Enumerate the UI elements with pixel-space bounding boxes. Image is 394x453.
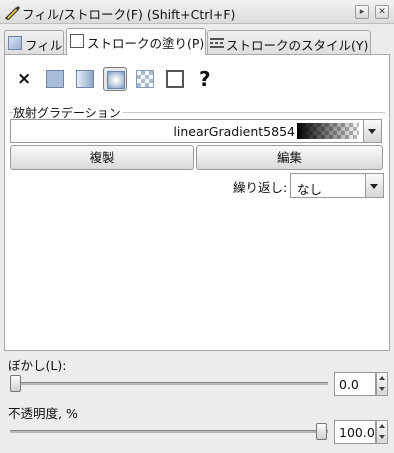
blur-spinner[interactable] <box>376 372 388 396</box>
stroke-paint-tab-icon <box>70 34 84 48</box>
tab-stroke-paint-label: ストロークの塗り(P) <box>87 36 205 51</box>
linear-gradient-icon <box>76 70 94 88</box>
tab-bar: フィル ストロークの塗り(P) ストロークのスタイル(Y) <box>0 26 394 55</box>
swatch-icon <box>166 70 184 88</box>
gradient-preview <box>297 123 359 139</box>
stroke-paint-panel: × ? 放射グラデーション linearGradient5854 複製 編集 繰… <box>4 54 390 351</box>
gradient-frame: 放射グラデーション <box>9 104 385 347</box>
edit-button[interactable]: 編集 <box>196 145 383 170</box>
blur-slider-thumb[interactable] <box>10 375 21 392</box>
chevron-down-icon <box>370 183 378 189</box>
arrow-down-icon <box>379 387 385 391</box>
duplicate-button[interactable]: 複製 <box>10 145 194 170</box>
no-paint-button[interactable]: × <box>13 67 37 91</box>
tab-fill-label: フィル <box>25 38 63 53</box>
gradient-name: linearGradient5854 <box>173 124 295 139</box>
opacity-input[interactable]: 100.0 <box>334 420 376 444</box>
chevron-down-icon <box>368 129 376 134</box>
opacity-value: 100.0 <box>339 425 375 440</box>
blur-value: 0.0 <box>339 377 359 392</box>
gradient-dropdown-button[interactable] <box>363 120 381 142</box>
blur-label: ぼかし(L): <box>8 358 67 373</box>
tab-stroke-style-label: ストロークのスタイル(Y) <box>226 38 369 53</box>
pattern-button[interactable] <box>133 67 157 91</box>
tab-stroke-style[interactable]: ストロークのスタイル(Y) <box>207 30 371 54</box>
stroke-style-tab-icon <box>210 38 224 48</box>
title-bar: フィル/ストローク(F) (Shift+Ctrl+F) ▸ ✕ <box>0 0 394 24</box>
pattern-icon <box>136 70 154 88</box>
arrow-up-icon <box>379 376 385 380</box>
radial-gradient-icon <box>107 71 125 89</box>
linear-gradient-button[interactable] <box>73 67 97 91</box>
radial-gradient-button[interactable] <box>103 67 127 91</box>
unset-paint-icon: ? <box>199 67 211 91</box>
window-title: フィル/ストローク(F) (Shift+Ctrl+F) <box>22 7 236 22</box>
blur-input[interactable]: 0.0 <box>334 372 376 396</box>
tab-stroke-paint[interactable]: ストロークの塗り(P) <box>66 28 206 55</box>
fill-stroke-icon <box>5 6 20 20</box>
close-button[interactable]: ✕ <box>375 5 389 19</box>
no-paint-icon: × <box>17 69 32 89</box>
blur-slider-track[interactable] <box>10 382 328 385</box>
flat-color-icon <box>46 70 64 88</box>
fill-tab-icon <box>8 36 22 50</box>
swatch-button[interactable] <box>163 67 187 91</box>
repeat-value: なし <box>297 182 323 197</box>
opacity-spinner[interactable] <box>376 420 388 444</box>
repeat-label: 繰り返し: <box>233 180 288 195</box>
pin-button[interactable]: ▸ <box>355 5 369 19</box>
flat-color-button[interactable] <box>43 67 67 91</box>
opacity-slider-track[interactable] <box>10 430 328 433</box>
arrow-down-icon <box>379 435 385 439</box>
opacity-slider-thumb[interactable] <box>316 423 327 440</box>
repeat-dropdown-button[interactable] <box>365 174 383 197</box>
repeat-select[interactable]: なし <box>290 173 384 198</box>
gradient-selector[interactable]: linearGradient5854 <box>10 119 382 143</box>
unset-paint-button[interactable]: ? <box>193 67 217 91</box>
opacity-label: 不透明度, % <box>8 406 78 421</box>
tab-fill[interactable]: フィル <box>4 30 64 54</box>
arrow-up-icon <box>379 424 385 428</box>
